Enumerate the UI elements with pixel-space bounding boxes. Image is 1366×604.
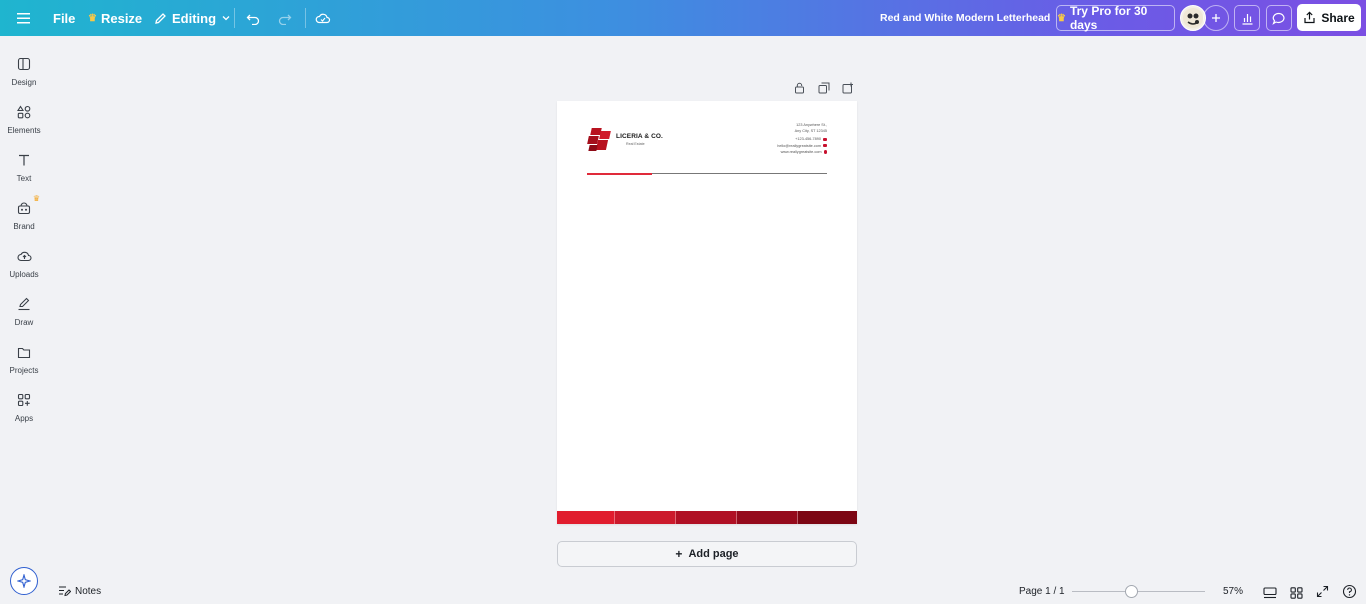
upload-icon [1304, 11, 1315, 24]
sidebar-item-label: Projects [9, 366, 39, 375]
email-text: hello@reallygreatsite.com [777, 143, 821, 148]
try-pro-button[interactable]: ♛ Try Pro for 30 days [1056, 4, 1175, 32]
analytics-button[interactable] [1234, 5, 1260, 31]
share-label: Share [1321, 10, 1355, 25]
sparkle-icon [17, 574, 31, 588]
phone-icon [823, 137, 827, 141]
email-icon [823, 144, 827, 147]
phone-line: +123-456-7890 [795, 137, 827, 141]
header-rule [652, 173, 827, 174]
add-page-icon[interactable] [842, 81, 854, 99]
draw-icon [14, 294, 34, 314]
notes-button[interactable]: Notes [58, 580, 101, 602]
design-icon [14, 54, 34, 74]
sidebar-item-label: Text [16, 174, 32, 183]
sidebar-item-brand[interactable]: ♛ Brand [0, 194, 48, 238]
footer-bar [798, 511, 857, 524]
footer-bar [676, 511, 737, 524]
sidebar-item-label: Uploads [9, 270, 39, 279]
magic-assistant-button[interactable] [10, 567, 38, 595]
globe-icon [823, 150, 827, 154]
add-page-button[interactable]: + Add page [557, 541, 857, 567]
document-title[interactable]: Red and White Modern Letterhead [880, 0, 1050, 36]
crown-icon: ♛ [88, 12, 97, 24]
divider [234, 8, 235, 28]
letterhead-page[interactable]: LICERIA & CO. Real Estate 123 Anywhere S… [557, 101, 857, 524]
footer-bar [615, 511, 676, 524]
sidebar-item-label: Draw [14, 318, 34, 327]
resize-label: Resize [100, 10, 143, 26]
chevron-down-icon [222, 16, 230, 21]
uploads-icon [14, 246, 34, 266]
text-icon [14, 150, 34, 170]
menu-icon[interactable] [16, 0, 32, 36]
footer-bar [557, 511, 615, 524]
sidebar-item-uploads[interactable]: Uploads [0, 242, 48, 286]
company-tagline: Real Estate [626, 142, 645, 146]
phone-text: +123-456-7890 [795, 137, 821, 141]
resize-button[interactable]: ♛ Resize [88, 0, 142, 36]
sidebar-item-label: Brand [13, 222, 35, 231]
crown-icon: ♛ [32, 194, 40, 203]
help-icon[interactable] [1342, 584, 1357, 604]
sidebar-item-label: Apps [14, 414, 34, 423]
comments-button[interactable] [1266, 5, 1292, 31]
redo-icon[interactable] [277, 0, 292, 36]
footer-color-bars [557, 511, 857, 524]
email-line: hello@reallygreatsite.com [777, 144, 827, 148]
divider [305, 8, 306, 28]
plus-icon: + [675, 547, 683, 561]
duplicate-page-icon[interactable] [818, 81, 830, 99]
grid-view-icon[interactable] [1290, 586, 1303, 604]
apps-icon [14, 390, 34, 410]
pencil-icon [155, 12, 166, 24]
company-logo [587, 128, 611, 152]
add-page-label: Add page [688, 548, 739, 560]
address-line-2: Any City, ST 12345 [795, 129, 827, 133]
website-line: www.reallygreatsite.com [781, 150, 827, 154]
website-text: www.reallygreatsite.com [780, 150, 822, 154]
notes-icon [59, 586, 71, 597]
plus-icon [1212, 14, 1220, 22]
undo-icon[interactable] [246, 0, 261, 36]
zoom-level[interactable]: 57% [1223, 580, 1243, 602]
file-menu[interactable]: File [53, 0, 75, 36]
address-line-1: 123 Anywhere St., [796, 123, 827, 127]
editing-label: Editing [172, 10, 217, 26]
company-name: LICERIA & CO. [616, 133, 663, 140]
notes-label: Notes [75, 585, 102, 597]
share-button[interactable]: Share [1297, 4, 1361, 31]
address-line-2-text: Any City, ST 12345 [794, 129, 827, 133]
header-rule-accent [587, 173, 652, 175]
projects-icon [14, 342, 34, 362]
top-bar: File ♛ Resize Editing Red and White Mode… [0, 0, 1366, 36]
editing-dropdown[interactable]: Editing [154, 0, 231, 36]
sidebar-item-text[interactable]: Text [0, 146, 48, 190]
sidebar-item-draw[interactable]: Draw [0, 290, 48, 334]
page-indicator[interactable]: Page 1 / 1 [1019, 580, 1065, 602]
sidebar-item-design[interactable]: Design [0, 50, 48, 94]
sidebar-item-apps[interactable]: Apps [0, 386, 48, 430]
lock-icon[interactable] [794, 81, 805, 99]
sidebar-item-label: Design [11, 78, 37, 87]
zoom-slider[interactable] [1072, 591, 1205, 592]
zoom-slider-handle[interactable] [1125, 585, 1138, 598]
sidebar: Design Elements Text ♛ Brand Uploads Dra… [0, 36, 48, 604]
add-collaborator-button[interactable] [1203, 5, 1229, 31]
crown-icon: ♛ [1057, 12, 1066, 24]
sidebar-item-elements[interactable]: Elements [0, 98, 48, 142]
fullscreen-icon[interactable] [1316, 585, 1329, 603]
footer-bar [737, 511, 798, 524]
bar-chart-icon [1242, 13, 1252, 25]
sidebar-item-projects[interactable]: Projects [0, 338, 48, 382]
elements-icon [14, 102, 34, 122]
comment-icon [1272, 12, 1285, 25]
sidebar-item-label: Elements [7, 126, 41, 135]
address-line-1-text: 123 Anywhere St., [796, 123, 827, 127]
try-pro-label: Try Pro for 30 days [1069, 4, 1148, 32]
page-view-icon[interactable] [1263, 586, 1277, 604]
cloud-save-icon[interactable] [315, 0, 331, 36]
brand-icon: ♛ [14, 194, 40, 218]
